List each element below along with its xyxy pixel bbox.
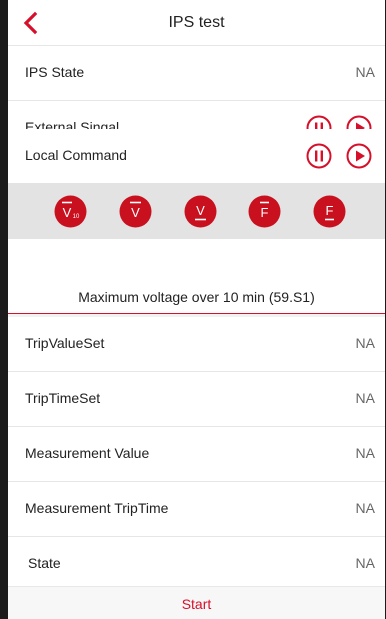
- f-min-symbol: F: [326, 203, 334, 218]
- page-title: IPS test: [168, 14, 225, 31]
- function-description-panel: Maximum voltage over 10 min (59.S1): [8, 239, 385, 314]
- trip-value-set-value: NA: [355, 335, 375, 351]
- measurement-value-value: NA: [355, 445, 375, 461]
- v-min-symbol: V: [196, 203, 205, 218]
- v-max-icon[interactable]: V: [119, 195, 152, 228]
- ips-state-value: NA: [355, 64, 375, 80]
- v10-max-icon[interactable]: V 10: [54, 195, 87, 228]
- trip-value-set-label: TripValueSet: [25, 335, 105, 351]
- top-bar: IPS test: [8, 0, 385, 46]
- trip-value-set-row: TripValueSet NA: [8, 317, 385, 372]
- local-command-label: Local Command: [25, 147, 127, 163]
- ips-state-row: IPS State NA: [8, 46, 385, 101]
- start-button[interactable]: Start: [8, 596, 385, 612]
- measurement-trip-time-label: Measurement TripTime: [25, 500, 169, 516]
- f-max-symbol: F: [261, 205, 269, 220]
- measurement-value-row: Measurement Value NA: [8, 427, 385, 482]
- v10-subscript: 10: [73, 214, 80, 220]
- ips-state-label: IPS State: [25, 64, 85, 80]
- pause-icon[interactable]: [306, 143, 332, 169]
- local-command-row: Local Command: [8, 129, 385, 184]
- state-label: State: [28, 555, 61, 571]
- footer-bar: Start: [8, 586, 385, 619]
- trip-time-set-row: TripTimeSet NA: [8, 372, 385, 427]
- function-tab-bar: V 10 V V F F: [8, 183, 385, 239]
- state-row: State NA: [8, 537, 385, 587]
- f-min-icon[interactable]: F: [313, 195, 346, 228]
- v-min-icon[interactable]: V: [184, 195, 217, 228]
- v10-symbol: V: [63, 205, 72, 220]
- measurement-trip-time-value: NA: [355, 500, 375, 516]
- f-max-icon[interactable]: F: [248, 195, 281, 228]
- measurement-value-label: Measurement Value: [25, 445, 150, 461]
- ips-test-screen: IPS test IPS State NA External Singal Lo…: [8, 0, 385, 619]
- state-value: NA: [355, 555, 375, 571]
- measurement-trip-time-row: Measurement TripTime NA: [8, 482, 385, 537]
- function-description: Maximum voltage over 10 min (59.S1): [78, 289, 315, 305]
- trip-time-set-value: NA: [355, 390, 375, 406]
- v-max-symbol: V: [131, 205, 140, 220]
- play-icon[interactable]: [346, 143, 372, 169]
- trip-time-set-label: TripTimeSet: [25, 390, 101, 406]
